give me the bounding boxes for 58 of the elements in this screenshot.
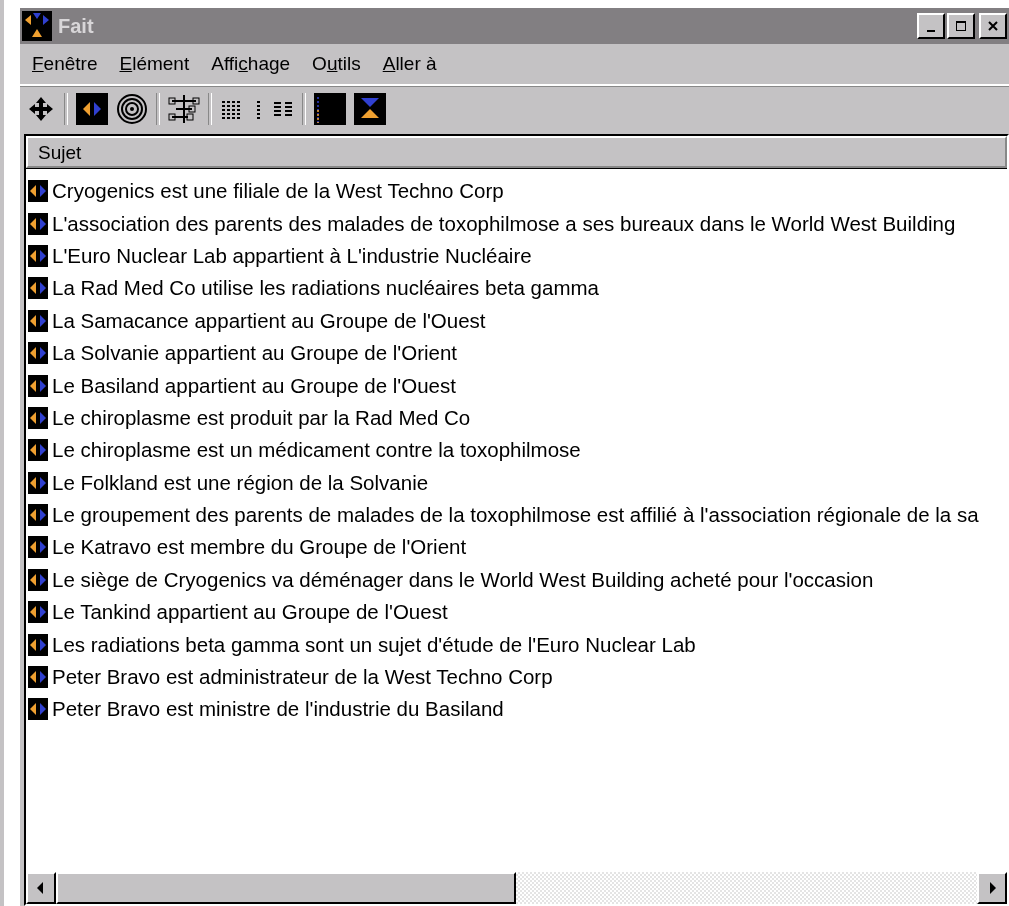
menu-item[interactable]: Elément xyxy=(119,53,190,75)
split-arrows-icon xyxy=(28,244,48,267)
scrollbar-thumb[interactable] xyxy=(56,872,516,904)
column-header[interactable]: Sujet xyxy=(26,136,1007,168)
close-icon xyxy=(987,20,999,32)
maximize-button[interactable] xyxy=(947,13,975,39)
menu-item[interactable]: Fenêtre xyxy=(32,53,98,75)
split-arrows-icon[interactable] xyxy=(76,93,108,125)
target-icon[interactable] xyxy=(116,93,148,125)
tree-icon[interactable] xyxy=(168,93,200,125)
split-arrows-icon xyxy=(28,666,48,689)
split-arrows-icon xyxy=(28,568,48,591)
list-item[interactable]: Cryogenics est une filiale de la West Techno Corp xyxy=(52,179,504,204)
split-arrows-icon xyxy=(28,406,48,429)
list-item[interactable]: La Samacance appartient au Groupe de l'Ouest xyxy=(52,308,486,333)
list-item[interactable]: Peter Bravo est administrateur de la West Techno Corp xyxy=(52,665,553,690)
list-item[interactable]: L'association des parents des malades de toxophilmose a ses bureaux dans le World West Building xyxy=(52,211,956,236)
horizontal-scrollbar[interactable] xyxy=(26,872,1007,904)
list-item[interactable]: Le Tankind appartient au Groupe de l'Ouest xyxy=(52,600,448,625)
list-item[interactable]: Le groupement des parents de malades de la toxophilmose est affilié à l'association régionale de la sa xyxy=(52,503,979,528)
split-arrows-icon xyxy=(28,342,48,365)
split-arrows-icon xyxy=(28,504,48,527)
split-arrows-icon xyxy=(28,212,48,235)
menu-item[interactable]: Affichage xyxy=(211,53,291,75)
list-item[interactable]: La Solvanie appartient au Groupe de l'Orient xyxy=(52,341,458,366)
split-arrows-icon xyxy=(28,471,48,494)
close-button[interactable] xyxy=(979,13,1007,39)
app-icon xyxy=(22,11,52,41)
list-item[interactable]: L'Euro Nuclear Lab appartient à L'industrie Nucléaire xyxy=(52,243,532,268)
maximize-icon xyxy=(955,20,967,32)
list-item[interactable]: Le Folkland est une région de la Solvanie xyxy=(52,470,429,495)
right-arrow-icon xyxy=(987,881,997,895)
list-item[interactable]: Peter Bravo est ministre de l'industrie du Basiland xyxy=(52,697,504,722)
list-item[interactable]: Le chiroplasme est produit par la Rad Med Co xyxy=(52,405,471,430)
menu-item[interactable]: Outils xyxy=(312,53,361,75)
scroll-left-button[interactable] xyxy=(26,872,56,904)
split-arrows-icon xyxy=(28,309,48,332)
split-arrows-icon xyxy=(28,601,48,624)
up-down-arrows-icon[interactable] xyxy=(354,93,386,125)
list-item[interactable]: Les radiations beta gamma sont un sujet d'étude de l'Euro Nuclear Lab xyxy=(52,632,696,657)
split-arrows-icon xyxy=(28,633,48,656)
split-arrows-icon xyxy=(28,374,48,397)
split-arrows-icon xyxy=(28,277,48,300)
list-item[interactable]: Le siège de Cryogenics va déménager dans le World West Building acheté pour l'occasion xyxy=(52,567,874,592)
split-arrows-icon xyxy=(28,536,48,559)
window-title: Fait xyxy=(58,14,94,38)
minimize-icon xyxy=(927,30,935,32)
list-item[interactable]: Le chiroplasme est un médicament contre la toxophilmose xyxy=(52,438,581,463)
scroll-right-button[interactable] xyxy=(977,872,1007,904)
split-arrows-icon xyxy=(28,698,48,721)
split-arrows-icon xyxy=(28,180,48,203)
left-arrow-icon xyxy=(36,881,46,895)
menu-item[interactable]: Aller à xyxy=(382,53,437,75)
minimize-button[interactable] xyxy=(917,13,945,39)
list-item[interactable]: Le Basiland appartient au Groupe de l'Ouest xyxy=(52,373,456,398)
list-item[interactable]: Le Katravo est membre du Groupe de l'Orient xyxy=(52,535,467,560)
split-arrows-icon xyxy=(28,439,48,462)
list-item[interactable]: La Rad Med Co utilise les radiations nucléaires beta gamma xyxy=(52,276,599,301)
